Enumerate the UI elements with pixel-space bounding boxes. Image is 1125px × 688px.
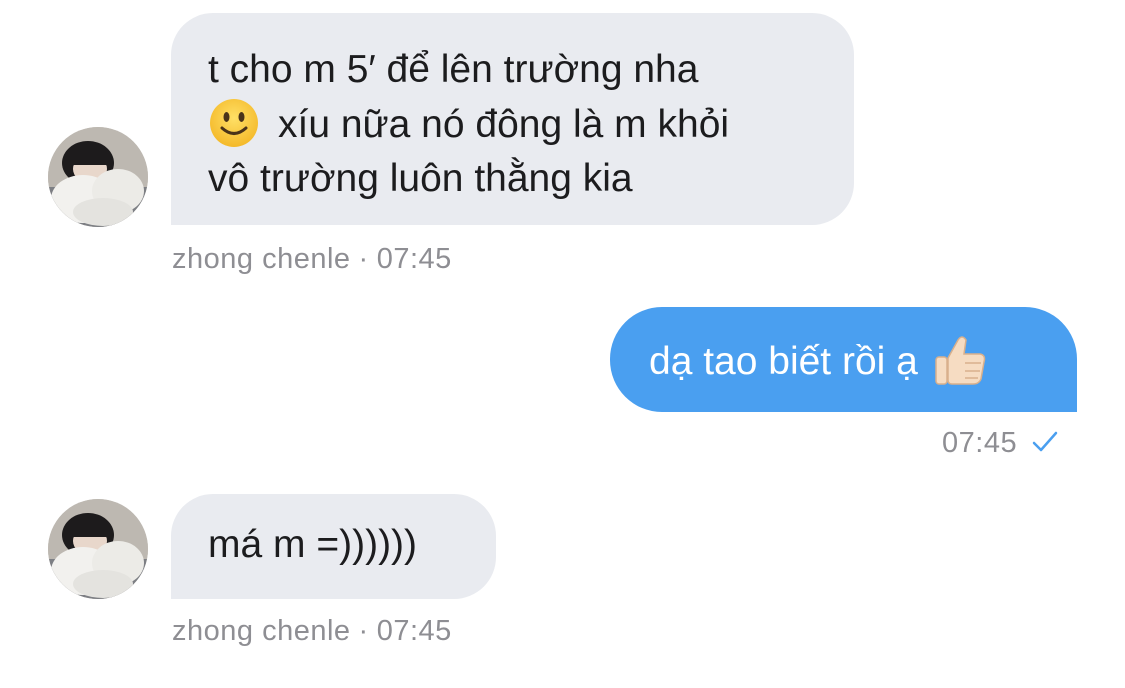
sender-name: zhong chenle <box>172 243 351 275</box>
message-meta: 07:45 <box>942 427 1059 460</box>
sender-avatar[interactable] <box>48 499 148 599</box>
incoming-message-bubble[interactable]: má m =)))))) <box>171 494 496 599</box>
chat-view: t cho m 5′ để lên trường nha xíu nữa nó … <box>0 0 1125 688</box>
message-text: má m =)))))) <box>208 523 418 566</box>
sender-avatar[interactable] <box>48 127 148 227</box>
message-line-text: xíu nữa nó đông là m khỏi <box>278 103 730 146</box>
thumbs-up-emoji-icon <box>935 336 986 385</box>
profile-photo-icon <box>48 499 148 599</box>
message-meta: zhong chenle · 07:45 <box>172 615 452 648</box>
message-text: dạ tao biết rồi ạ <box>649 340 918 383</box>
message-line-with-emoji: dạ tao biết rồi ạ <box>649 332 1037 389</box>
message-time: 07:45 <box>942 427 1018 459</box>
slightly-smiling-face-emoji-icon <box>210 99 258 147</box>
outgoing-message-bubble[interactable]: dạ tao biết rồi ạ <box>610 307 1077 412</box>
message-line: t cho m 5′ để lên trường nha <box>208 48 699 91</box>
message-line: vô trường luôn thằng kia <box>208 157 633 200</box>
sender-name: zhong chenle <box>172 615 351 647</box>
message-meta: zhong chenle · 07:45 <box>172 243 452 276</box>
message-line-with-emoji: xíu nữa nó đông là m khỏi <box>208 97 818 152</box>
profile-photo-icon <box>48 127 148 227</box>
message-time: 07:45 <box>376 243 452 275</box>
meta-separator: · <box>358 243 369 275</box>
message-time: 07:45 <box>376 615 452 647</box>
check-icon <box>1032 431 1058 452</box>
incoming-message-bubble[interactable]: t cho m 5′ để lên trường nha xíu nữa nó … <box>171 13 854 225</box>
meta-separator: · <box>358 615 369 647</box>
